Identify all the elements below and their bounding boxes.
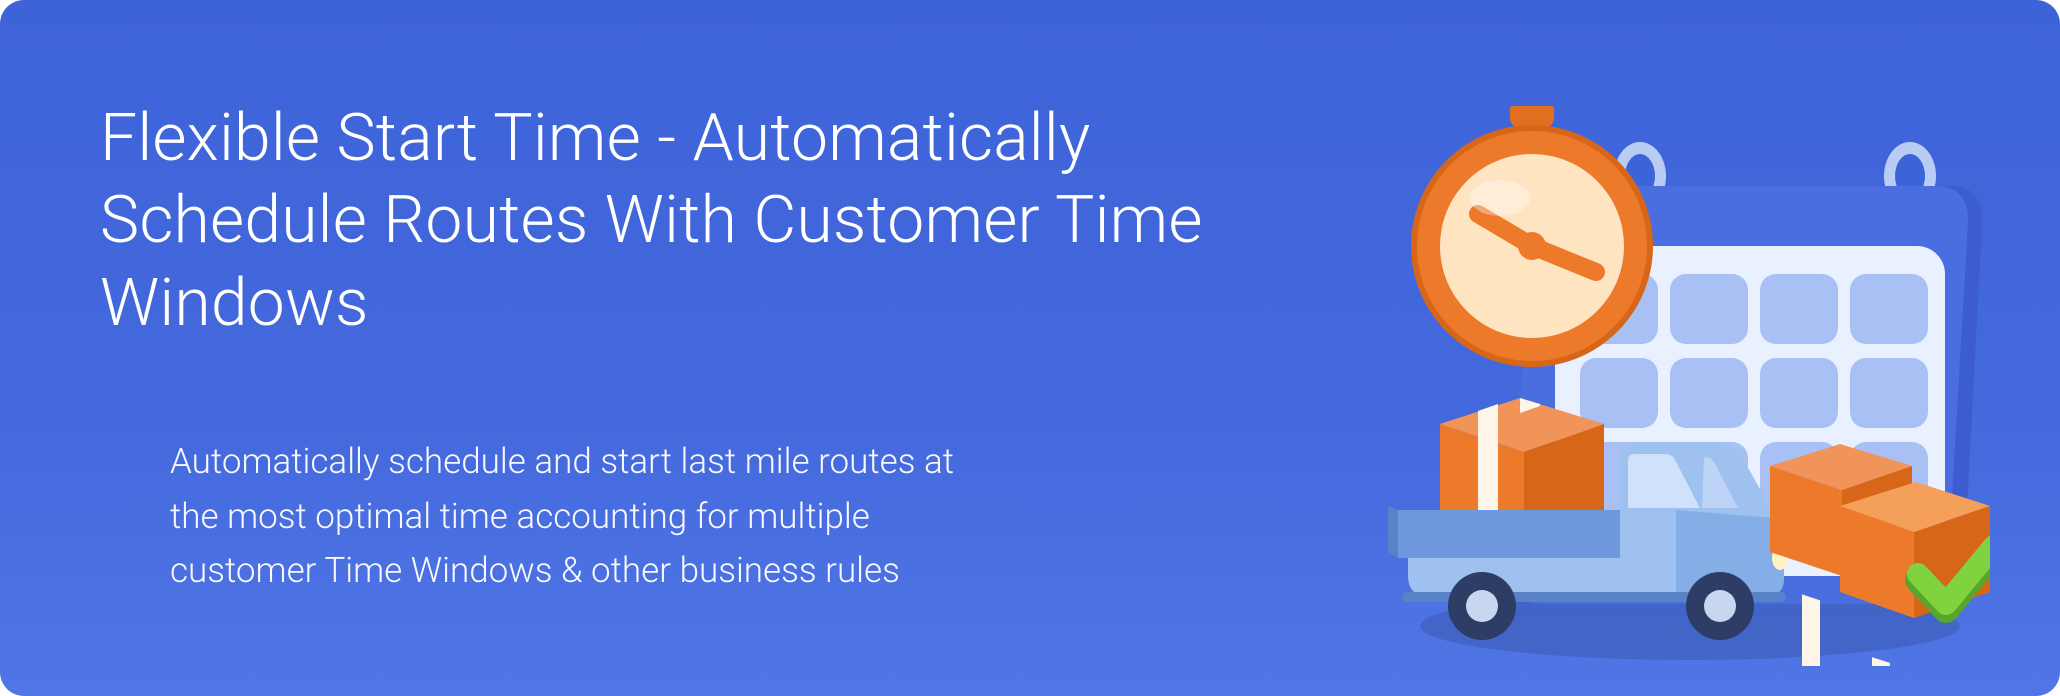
hero-title: Flexible Start Time - Automatically Sche… xyxy=(100,98,1300,346)
hero-illustration xyxy=(1370,106,1990,666)
hero-subtitle: Automatically schedule and start last mi… xyxy=(100,435,1000,598)
hero-text-block: Flexible Start Time - Automatically Sche… xyxy=(100,98,1300,598)
stopwatch-icon xyxy=(1414,106,1650,364)
hero-banner: Flexible Start Time - Automatically Sche… xyxy=(0,0,2060,696)
